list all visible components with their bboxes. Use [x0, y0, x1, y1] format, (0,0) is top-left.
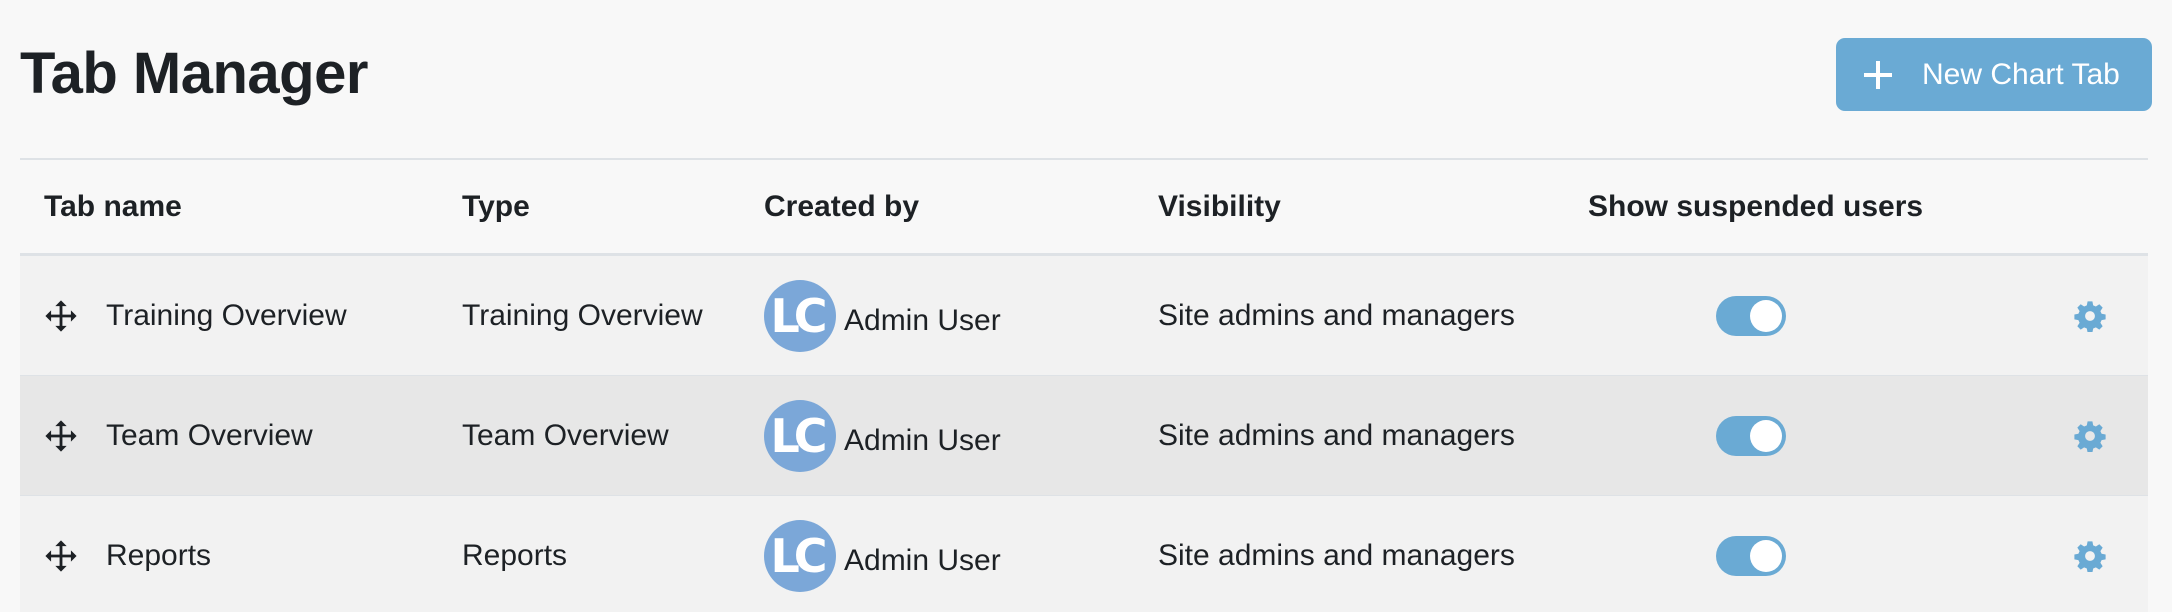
creator-name[interactable]: Admin User: [844, 544, 1001, 578]
visibility-value: Site admins and managers: [1158, 418, 1515, 452]
avatar: LC: [764, 399, 836, 472]
visibility-value: Site admins and managers: [1158, 538, 1515, 572]
gear-icon[interactable]: [2074, 300, 2106, 332]
table-header: Tab name Type Created by Visibility Show…: [20, 160, 2148, 256]
tab-type: Training Overview: [462, 298, 703, 332]
toggle-knob: [1750, 299, 1782, 332]
visibility-value: Site admins and managers: [1158, 298, 1515, 332]
tab-name: Team Overview: [106, 418, 313, 452]
gear-icon[interactable]: [2074, 540, 2106, 572]
gear-icon[interactable]: [2074, 420, 2106, 452]
tab-type: Team Overview: [462, 418, 669, 452]
table-row: Reports Reports LC Admin User Site admin…: [20, 496, 2148, 612]
new-chart-tab-label: New Chart Tab: [1922, 57, 2120, 91]
column-header-visibility: Visibility: [1158, 189, 1281, 223]
move-icon[interactable]: [44, 539, 78, 573]
avatar-initials: LC: [770, 528, 827, 583]
page-title: Tab Manager: [20, 41, 368, 106]
plus-icon: [1864, 60, 1892, 89]
page-header: Tab Manager New Chart Tab: [20, 0, 2152, 158]
new-chart-tab-button[interactable]: New Chart Tab: [1836, 38, 2152, 111]
tab-name: Reports: [106, 538, 212, 572]
tab-manager-page: Tab Manager New Chart Tab Tab name Type …: [0, 0, 2172, 612]
table-row: Team Overview Team Overview LC Admin Use…: [20, 376, 2148, 496]
tab-name: Training Overview: [106, 298, 347, 332]
tabs-table: Tab name Type Created by Visibility Show…: [20, 158, 2148, 612]
column-header-tab-name: Tab name: [44, 189, 182, 223]
move-icon[interactable]: [44, 299, 78, 333]
table-row: Training Overview Training Overview LC A…: [20, 256, 2148, 376]
avatar: LC: [764, 519, 836, 592]
avatar-initials: LC: [770, 408, 827, 463]
toggle-knob: [1750, 539, 1782, 572]
move-icon[interactable]: [44, 419, 78, 453]
avatar: LC: [764, 279, 836, 352]
column-header-created-by: Created by: [764, 189, 920, 223]
creator-name[interactable]: Admin User: [844, 304, 1001, 338]
tab-type: Reports: [462, 538, 568, 572]
creator-name[interactable]: Admin User: [844, 424, 1001, 458]
column-header-type: Type: [462, 189, 530, 223]
avatar-initials: LC: [770, 288, 827, 343]
column-header-show-suspended: Show suspended users: [1588, 189, 1924, 223]
toggle-knob: [1750, 419, 1782, 452]
show-suspended-toggle[interactable]: [1716, 535, 1786, 576]
show-suspended-toggle[interactable]: [1716, 415, 1786, 456]
show-suspended-toggle[interactable]: [1716, 295, 1786, 336]
